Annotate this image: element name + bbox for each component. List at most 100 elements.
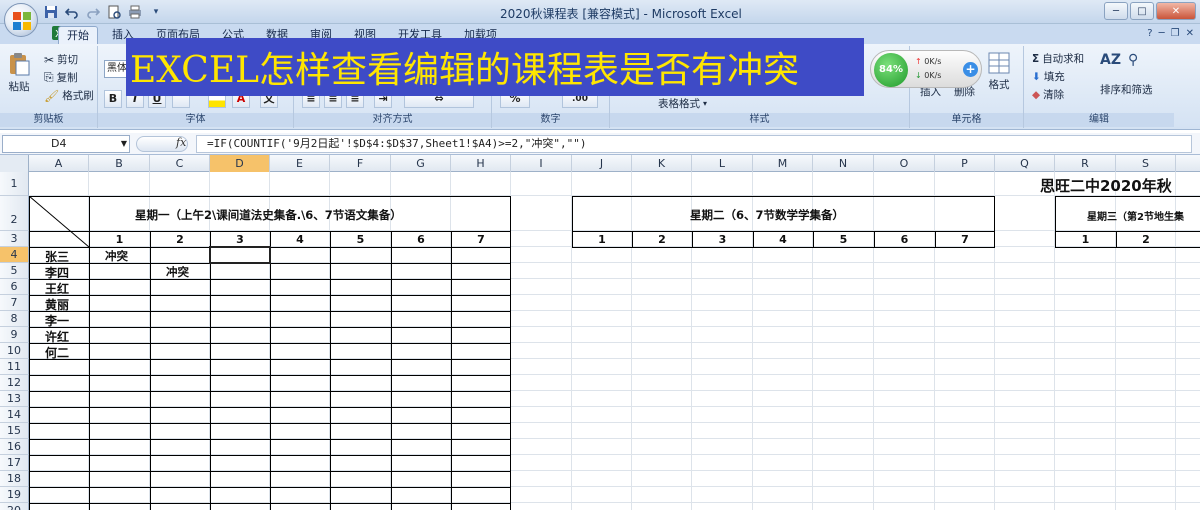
ribbon-restore-icon[interactable]: ❐: [1171, 28, 1180, 39]
tutorial-banner: EXCEL怎样查看编辑的课程表是否有冲突: [126, 38, 864, 96]
clipboard-group-label: 剪贴板: [0, 113, 97, 127]
clear-button[interactable]: ◆ 清除: [1032, 87, 1064, 102]
autosum-button[interactable]: Σ 自动求和: [1032, 51, 1084, 66]
window-title: 2020秋课程表 [兼容模式] - Microsoft Excel: [500, 7, 742, 21]
column-header-h[interactable]: H: [451, 155, 511, 172]
column-header-j[interactable]: J: [572, 155, 632, 172]
row-header-15[interactable]: 15: [0, 423, 29, 439]
row-header-1[interactable]: 1: [0, 172, 29, 196]
network-speed-widget[interactable]: 84% ↑ 0K/s ↓ 0K/s +: [870, 50, 982, 88]
column-header-o[interactable]: O: [874, 155, 935, 172]
monday-period-6: 6: [417, 233, 425, 246]
column-header-m[interactable]: M: [753, 155, 813, 172]
row-header-2[interactable]: 2: [0, 196, 29, 231]
gridline-v: [631, 172, 632, 510]
formula-input[interactable]: =IF(COUNTIF('9月2日起'!$D$4:$D$37,Sheet1!$A…: [196, 135, 1192, 153]
name-box-dropdown-icon[interactable]: ▼: [121, 136, 127, 152]
teacher-name[interactable]: 黄丽: [45, 296, 69, 313]
spreadsheet-grid[interactable]: ABCDEFGHIJKLMNOPQRS 1 2 3 4 5 6 7 8 9 10 11 12 13 14 1…: [0, 155, 1200, 510]
select-all-corner[interactable]: [0, 155, 29, 172]
row-header-8[interactable]: 8: [0, 311, 29, 327]
teacher-name[interactable]: 李一: [45, 312, 69, 329]
column-header-e[interactable]: E: [270, 155, 330, 172]
teacher-name[interactable]: 李四: [45, 264, 69, 281]
column-header-f[interactable]: F: [330, 155, 391, 172]
print-preview-icon[interactable]: [105, 3, 123, 21]
conflict-cell[interactable]: 冲突: [166, 264, 189, 280]
column-header-g[interactable]: G: [391, 155, 451, 172]
download-speed: ↓ 0K/s: [915, 71, 942, 80]
row-header-6[interactable]: 6: [0, 279, 29, 295]
sort-filter-button[interactable]: AZ: [1100, 52, 1121, 68]
monday-period-5: 5: [356, 233, 365, 246]
row-header-12[interactable]: 12: [0, 375, 29, 391]
row-header-10[interactable]: 10: [0, 343, 29, 359]
column-header-s[interactable]: S: [1116, 155, 1176, 172]
gridline-v: [934, 172, 935, 510]
row-header-17[interactable]: 17: [0, 455, 29, 471]
paste-button[interactable]: 粘贴: [8, 52, 30, 94]
format-cells-button[interactable]: 格式: [988, 52, 1010, 92]
column-header-k[interactable]: K: [632, 155, 692, 172]
teacher-name[interactable]: 何二: [45, 344, 69, 361]
column-header-a[interactable]: A: [29, 155, 89, 172]
fill-button[interactable]: ⬇ 填充: [1032, 69, 1065, 84]
table-border: [1055, 247, 1200, 248]
column-header-r[interactable]: R: [1055, 155, 1116, 172]
help-icon[interactable]: ?: [1147, 28, 1152, 39]
column-header-l[interactable]: L: [692, 155, 753, 172]
row-header-13[interactable]: 13: [0, 391, 29, 407]
find-select-button[interactable]: ⚲: [1128, 52, 1138, 68]
table-format-button[interactable]: 表格格式 ▾: [658, 96, 707, 111]
editing-group-label: 编辑: [1024, 113, 1174, 127]
name-box[interactable]: D4 ▼: [2, 135, 130, 153]
row-header-3[interactable]: 3: [0, 231, 29, 247]
row-header-5[interactable]: 5: [0, 263, 29, 279]
close-button[interactable]: ✕: [1156, 2, 1196, 20]
customize-qat-icon[interactable]: ▾: [147, 3, 165, 21]
column-header-n[interactable]: N: [813, 155, 874, 172]
widget-plus-icon[interactable]: +: [963, 62, 978, 77]
column-header-i[interactable]: I: [511, 155, 572, 172]
scissors-icon: ✂: [44, 52, 55, 67]
column-header-b[interactable]: B: [89, 155, 150, 172]
row-header-14[interactable]: 14: [0, 407, 29, 423]
row-header-19[interactable]: 19: [0, 487, 29, 503]
quick-print-icon[interactable]: [126, 3, 144, 21]
maximize-button[interactable]: □: [1130, 2, 1154, 20]
copy-button[interactable]: ⎘ 复制: [44, 70, 78, 85]
day-header-wednesday: 星期三（第2节地生集: [1087, 212, 1184, 223]
office-button[interactable]: [4, 3, 38, 37]
row-header-7[interactable]: 7: [0, 295, 29, 311]
redo-icon[interactable]: [84, 3, 102, 21]
monday-period-3: 3: [236, 233, 244, 246]
save-icon[interactable]: [42, 3, 60, 21]
ribbon-minimize-icon[interactable]: ─: [1159, 28, 1165, 39]
conflict-cell[interactable]: 冲突: [105, 248, 128, 264]
row-header-18[interactable]: 18: [0, 471, 29, 487]
teacher-name[interactable]: 张三: [45, 248, 69, 265]
teacher-name[interactable]: 许红: [45, 328, 69, 345]
ribbon-close-icon[interactable]: ✕: [1186, 28, 1194, 39]
row-header-11[interactable]: 11: [0, 359, 29, 375]
tuesday-period-5: 5: [839, 233, 848, 246]
column-header-q[interactable]: Q: [995, 155, 1055, 172]
insert-function-icon[interactable]: fx: [176, 136, 186, 149]
row-header-16[interactable]: 16: [0, 439, 29, 455]
format-painter-button[interactable]: 🖌 格式刷: [44, 88, 94, 103]
upload-speed: ↑ 0K/s: [915, 57, 942, 66]
column-header-d[interactable]: D: [210, 155, 270, 172]
bold-button[interactable]: B: [104, 90, 122, 108]
cut-button[interactable]: ✂ 剪切: [44, 52, 78, 67]
monday-period-2: 2: [176, 233, 184, 246]
active-cell-selection[interactable]: [209, 246, 271, 264]
row-header-20[interactable]: 20: [0, 503, 29, 510]
teacher-name[interactable]: 王红: [45, 280, 69, 297]
column-header-c[interactable]: C: [150, 155, 210, 172]
row-header-9[interactable]: 9: [0, 327, 29, 343]
row-header-4[interactable]: 4: [0, 247, 29, 263]
column-header-p[interactable]: P: [935, 155, 995, 172]
tab-home[interactable]: 开始: [58, 26, 98, 44]
undo-icon[interactable]: [63, 3, 81, 21]
minimize-button[interactable]: ─: [1104, 2, 1128, 20]
